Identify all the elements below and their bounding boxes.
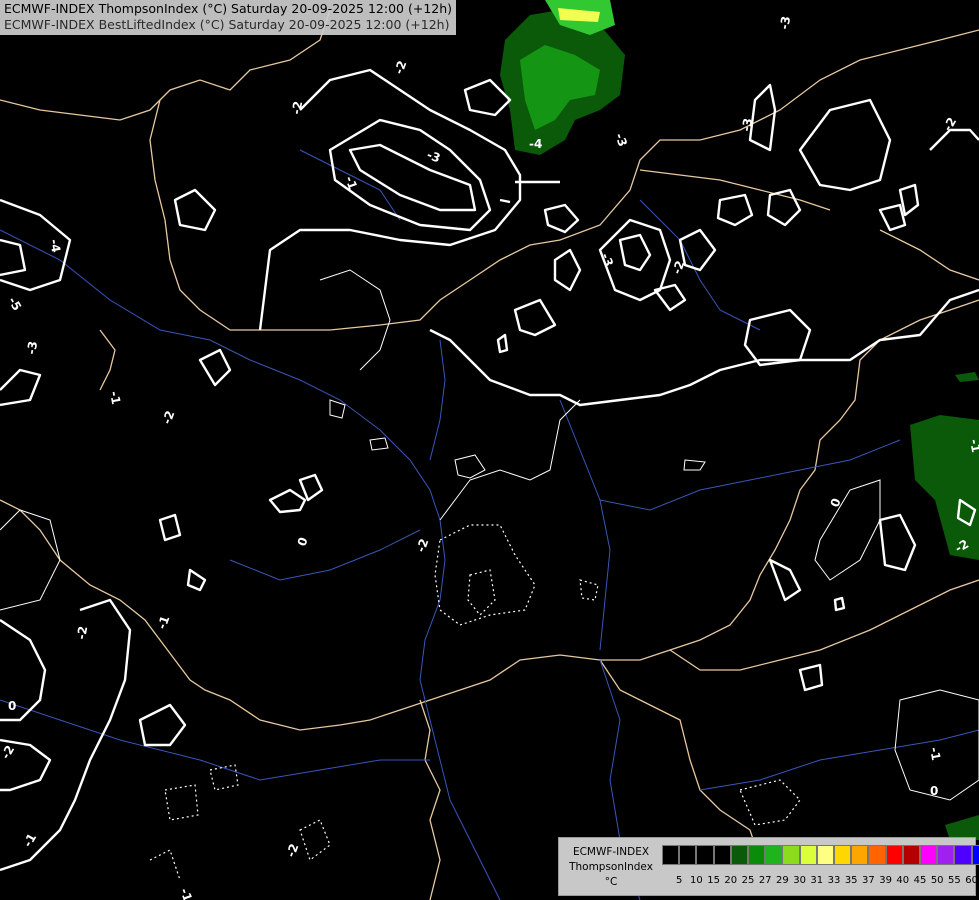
contour-label: -2 bbox=[289, 100, 305, 116]
legend-swatch bbox=[679, 845, 697, 865]
legend-model-label: ECMWF-INDEX bbox=[572, 846, 650, 858]
legend-swatch bbox=[868, 845, 886, 865]
contour-label: -3 bbox=[739, 117, 755, 133]
legend-swatch bbox=[920, 845, 938, 865]
contour-label: -3 bbox=[777, 15, 793, 31]
contour-label: -4 bbox=[529, 137, 542, 151]
legend-swatch bbox=[816, 845, 834, 865]
legend-swatch bbox=[696, 845, 714, 865]
contour-label: -2 bbox=[74, 625, 90, 641]
legend-swatch bbox=[902, 845, 920, 865]
legend-swatch bbox=[782, 845, 800, 865]
legend-swatch bbox=[730, 845, 748, 865]
title-line-thompson: ECMWF-INDEX ThompsonIndex (°C) Saturday … bbox=[4, 1, 453, 16]
legend-swatch bbox=[799, 845, 817, 865]
legend-swatch bbox=[748, 845, 766, 865]
legend-swatch bbox=[954, 845, 972, 865]
color-legend: ECMWF-INDEX ThompsonIndex °C 5 10 15 20 25 27… bbox=[558, 837, 979, 896]
weather-map: -2 -3 -4 -2 -3 -3 -2 -1 -3 -4 -2 -3 -5 -… bbox=[0, 0, 979, 900]
contour-label: -4 bbox=[47, 238, 63, 254]
contour-label: -1 bbox=[927, 746, 943, 762]
contour-label: 0 bbox=[930, 784, 938, 798]
contour-label: -3 bbox=[24, 340, 40, 356]
legend-swatch bbox=[851, 845, 869, 865]
map-background bbox=[0, 0, 979, 900]
legend-swatch bbox=[662, 845, 680, 865]
legend-swatch bbox=[885, 845, 903, 865]
legend-unit-label: °C bbox=[604, 876, 618, 888]
legend-swatch bbox=[834, 845, 852, 865]
legend-parameter-label: ThompsonIndex bbox=[569, 861, 653, 873]
legend-swatch bbox=[937, 845, 955, 865]
contour-label: 0 bbox=[8, 699, 16, 713]
legend-swatch bbox=[765, 845, 783, 865]
title-line-lifted: ECMWF-INDEX BestLiftedIndex (°C) Saturda… bbox=[4, 17, 450, 32]
legend-swatch bbox=[713, 845, 731, 865]
contour-label: -1 bbox=[107, 390, 123, 406]
legend-tick-label: 60 bbox=[965, 875, 978, 886]
legend-swatch bbox=[971, 845, 979, 865]
map-title-box: ECMWF-INDEX ThompsonIndex (°C) Saturday … bbox=[0, 0, 457, 35]
